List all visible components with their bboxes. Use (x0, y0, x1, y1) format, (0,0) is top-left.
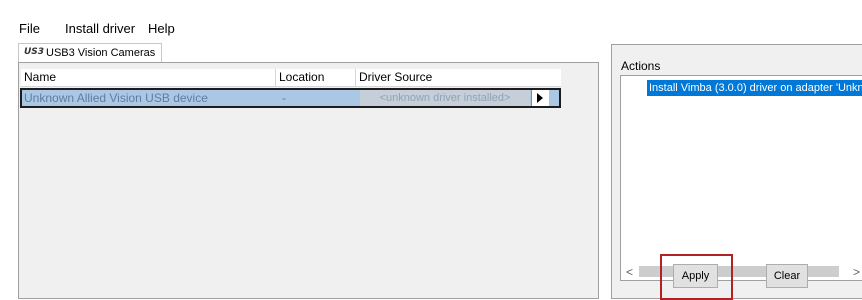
scroll-left-icon[interactable]: < (626, 265, 633, 279)
column-header-name[interactable]: Name (21, 69, 276, 87)
actions-list: Install Vimba (3.0.0) driver on adapter … (620, 75, 862, 281)
cell-device-name: Unknown Allied Vision USB device (24, 91, 208, 105)
apply-highlight-box (660, 254, 733, 300)
scroll-right-icon[interactable]: > (853, 265, 860, 279)
column-header-location[interactable]: Location (276, 69, 356, 87)
table-row[interactable]: Unknown Allied Vision USB device - <unkn… (20, 88, 561, 108)
clear-button[interactable]: Clear (766, 264, 808, 288)
actions-label: Actions (621, 59, 661, 73)
tab-usb3-vision-cameras[interactable]: US3 USB3 Vision Cameras (18, 43, 162, 62)
menu-install-driver[interactable]: Install driver (65, 21, 135, 36)
list-item[interactable]: Install Vimba (3.0.0) driver on adapter … (647, 80, 862, 96)
actions-panel: Actions Install Vimba (3.0.0) driver on … (611, 44, 862, 299)
horizontal-scrollbar[interactable]: < > (621, 263, 862, 280)
column-header-driver-source[interactable]: Driver Source (356, 69, 561, 87)
cell-location: - (282, 91, 286, 105)
usb3-icon: US3 (24, 47, 45, 57)
arrow-right-icon (537, 93, 543, 103)
menu-help[interactable]: Help (148, 21, 175, 36)
menu-file[interactable]: File (19, 21, 40, 36)
cameras-grid-panel: Name Location Driver Source Unknown Alli… (18, 62, 599, 299)
driver-source-dropdown-button[interactable] (531, 90, 549, 106)
grid-header: Name Location Driver Source (21, 69, 561, 87)
menu-bar: File Install driver Help (0, 0, 862, 42)
driver-source-dropdown[interactable]: <unknown driver installed> (360, 90, 530, 106)
tab-label: USB3 Vision Cameras (46, 47, 156, 59)
